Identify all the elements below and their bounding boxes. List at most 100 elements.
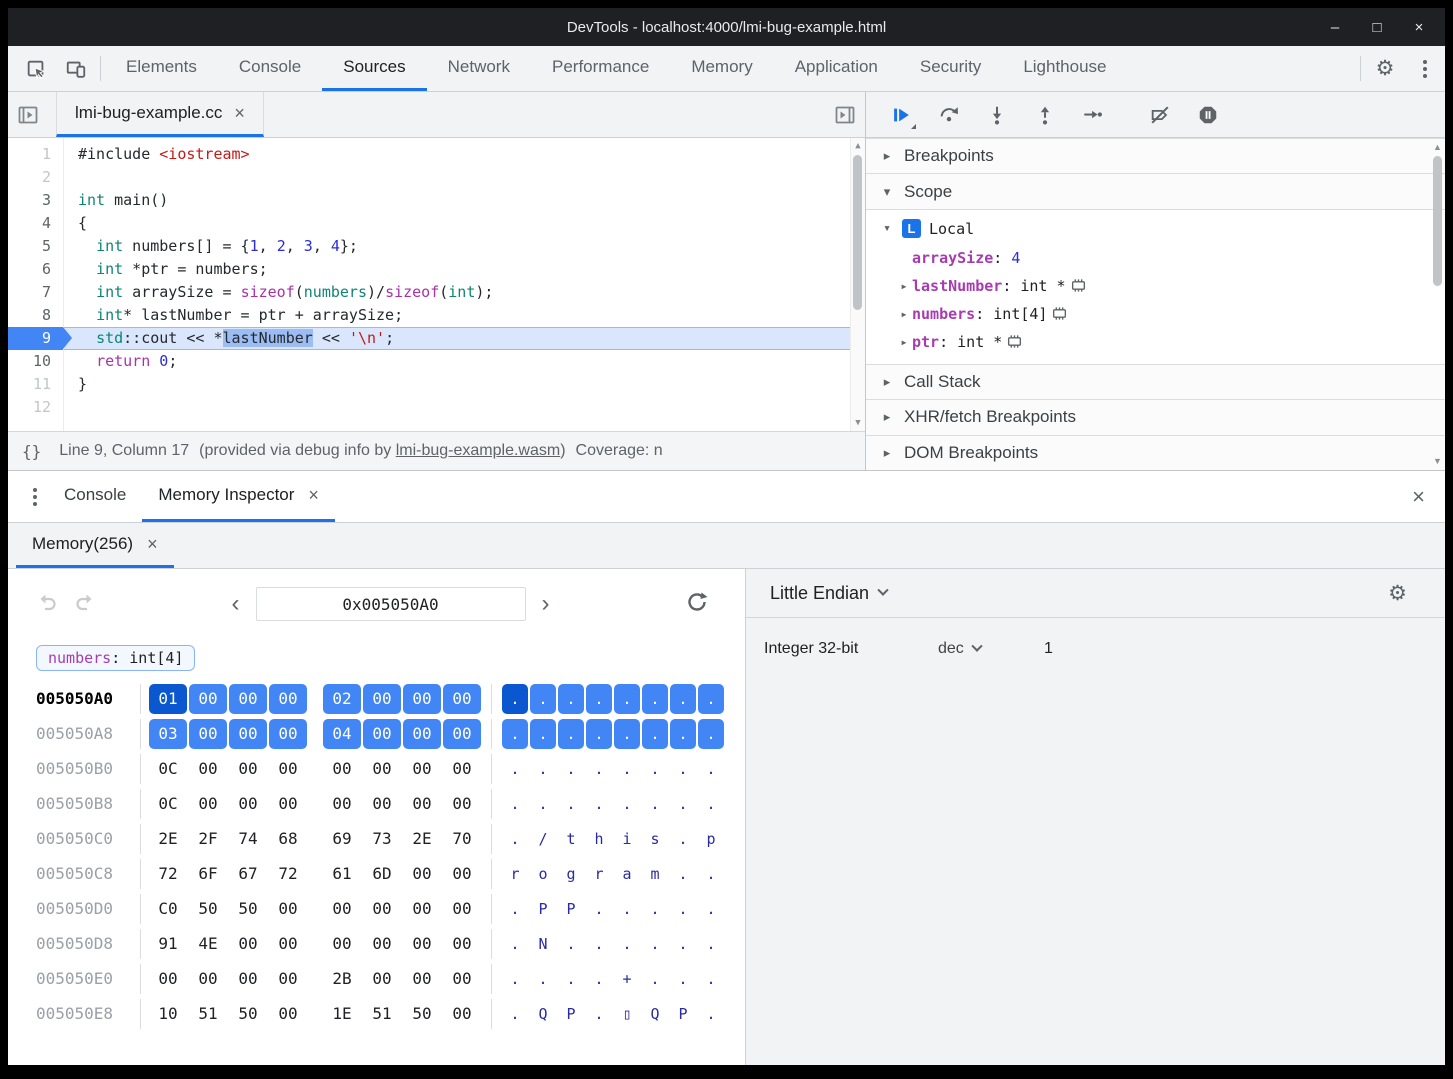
highlight-chip-numbers[interactable]: numbers : int[4] [36, 645, 195, 671]
tab-lighthouse[interactable]: Lighthouse [1002, 46, 1127, 91]
hex-byte[interactable]: 00 [363, 894, 401, 924]
hex-byte[interactable]: 00 [443, 859, 481, 889]
ascii-char[interactable]: . [586, 719, 612, 749]
device-toolbar-icon[interactable] [56, 46, 96, 91]
line-number[interactable]: 5 [8, 235, 63, 258]
ascii-char[interactable]: s [642, 824, 668, 854]
show-navigator-icon[interactable] [8, 92, 48, 137]
hex-byte[interactable]: 00 [189, 719, 227, 749]
hex-byte[interactable]: 00 [443, 894, 481, 924]
hex-byte[interactable]: 50 [229, 999, 267, 1029]
hex-byte[interactable]: 00 [403, 719, 441, 749]
tab-network[interactable]: Network [427, 46, 531, 91]
hex-byte[interactable]: 00 [443, 789, 481, 819]
ascii-char[interactable]: . [502, 964, 528, 994]
hex-byte[interactable]: 00 [269, 999, 307, 1029]
close-memory-tab-icon[interactable]: × [147, 535, 158, 553]
memory-icon[interactable] [1070, 277, 1087, 294]
ascii-char[interactable]: . [586, 754, 612, 784]
hex-byte[interactable]: 00 [443, 929, 481, 959]
next-page-icon[interactable]: › [538, 592, 554, 616]
resume-button[interactable] [882, 98, 920, 132]
close-window-button[interactable]: × [1411, 19, 1427, 36]
line-number[interactable]: 6 [8, 258, 63, 281]
section-breakpoints[interactable]: ▸ Breakpoints [866, 138, 1445, 173]
hex-byte[interactable]: 74 [229, 824, 267, 854]
more-options-icon[interactable] [1405, 46, 1445, 91]
tab-sources[interactable]: Sources [322, 46, 426, 91]
hex-byte[interactable]: 91 [149, 929, 187, 959]
ascii-char[interactable]: . [698, 999, 724, 1029]
hex-byte[interactable]: 00 [443, 964, 481, 994]
ascii-char[interactable]: o [530, 859, 556, 889]
resume-dropdown-icon[interactable] [911, 124, 916, 129]
ascii-char[interactable]: Q [530, 999, 556, 1029]
ascii-char[interactable]: / [530, 824, 556, 854]
ascii-char[interactable]: . [614, 789, 640, 819]
ascii-char[interactable]: . [698, 789, 724, 819]
line-number[interactable]: 10 [8, 350, 63, 373]
hex-byte[interactable]: 00 [363, 789, 401, 819]
close-memory-inspector-icon[interactable]: × [308, 486, 319, 504]
line-number-gutter[interactable]: 123456789101112 [8, 138, 64, 431]
hex-byte[interactable]: 00 [443, 999, 481, 1029]
scroll-up-icon[interactable]: ▲ [1431, 142, 1444, 152]
hex-byte[interactable]: 6D [363, 859, 401, 889]
ascii-char[interactable]: . [698, 719, 724, 749]
scroll-up-icon[interactable]: ▲ [851, 141, 865, 151]
hex-byte[interactable]: 00 [363, 929, 401, 959]
wasm-file-link[interactable]: lmi-bug-example.wasm [396, 442, 561, 459]
line-number[interactable]: 9 [8, 327, 63, 350]
ascii-char[interactable]: . [586, 964, 612, 994]
ascii-char[interactable]: . [502, 999, 528, 1029]
history-back-icon[interactable] [36, 590, 60, 619]
ascii-char[interactable]: . [558, 964, 584, 994]
hex-byte[interactable]: 00 [363, 964, 401, 994]
ascii-char[interactable]: . [698, 964, 724, 994]
hex-byte[interactable]: 51 [363, 999, 401, 1029]
hex-byte[interactable]: 00 [229, 719, 267, 749]
hex-byte[interactable]: 00 [269, 684, 307, 714]
hex-byte[interactable]: 00 [269, 929, 307, 959]
hex-byte[interactable]: 69 [323, 824, 361, 854]
hex-byte[interactable]: 1E [323, 999, 361, 1029]
ascii-char[interactable]: . [530, 754, 556, 784]
ascii-char[interactable]: . [642, 964, 668, 994]
hex-byte[interactable]: 00 [229, 754, 267, 784]
ascii-char[interactable]: P [558, 894, 584, 924]
sidebar-scrollbar[interactable]: ▲ ▼ [1431, 139, 1444, 469]
hex-byte[interactable]: 00 [403, 859, 441, 889]
ascii-char[interactable]: . [642, 719, 668, 749]
step-into-button[interactable] [978, 98, 1016, 132]
hex-byte[interactable]: 00 [403, 684, 441, 714]
hex-byte[interactable]: 51 [189, 999, 227, 1029]
ascii-char[interactable]: . [530, 719, 556, 749]
ascii-char[interactable]: . [614, 684, 640, 714]
hex-byte[interactable]: 00 [323, 894, 361, 924]
section-call-stack[interactable]: ▸ Call Stack [866, 364, 1445, 399]
hex-byte[interactable]: 00 [443, 754, 481, 784]
memory-icon[interactable] [1006, 333, 1023, 350]
scrollbar-thumb[interactable] [1433, 156, 1442, 286]
minimize-button[interactable]: – [1327, 19, 1343, 36]
code-area[interactable]: #include <iostream>int main(){ int numbe… [64, 138, 865, 431]
ascii-char[interactable]: r [586, 859, 612, 889]
ascii-char[interactable]: . [558, 789, 584, 819]
scope-local[interactable]: ▾ L Local [866, 214, 1445, 244]
hex-byte[interactable]: 00 [403, 789, 441, 819]
hex-byte[interactable]: 01 [149, 684, 187, 714]
pretty-print-icon[interactable]: {} [22, 442, 41, 461]
hex-byte[interactable]: 10 [149, 999, 187, 1029]
ascii-char[interactable]: . [586, 929, 612, 959]
ascii-char[interactable]: t [558, 824, 584, 854]
hex-byte[interactable]: 00 [269, 789, 307, 819]
ascii-char[interactable]: p [698, 824, 724, 854]
memory-icon[interactable] [1051, 305, 1068, 322]
format-select[interactable]: dec [938, 640, 1018, 658]
tab-elements[interactable]: Elements [105, 46, 218, 91]
ascii-char[interactable]: . [698, 929, 724, 959]
show-debugger-panel-icon[interactable] [825, 92, 865, 137]
step-out-button[interactable] [1026, 98, 1064, 132]
ascii-char[interactable]: . [502, 894, 528, 924]
step-button[interactable] [1074, 98, 1112, 132]
